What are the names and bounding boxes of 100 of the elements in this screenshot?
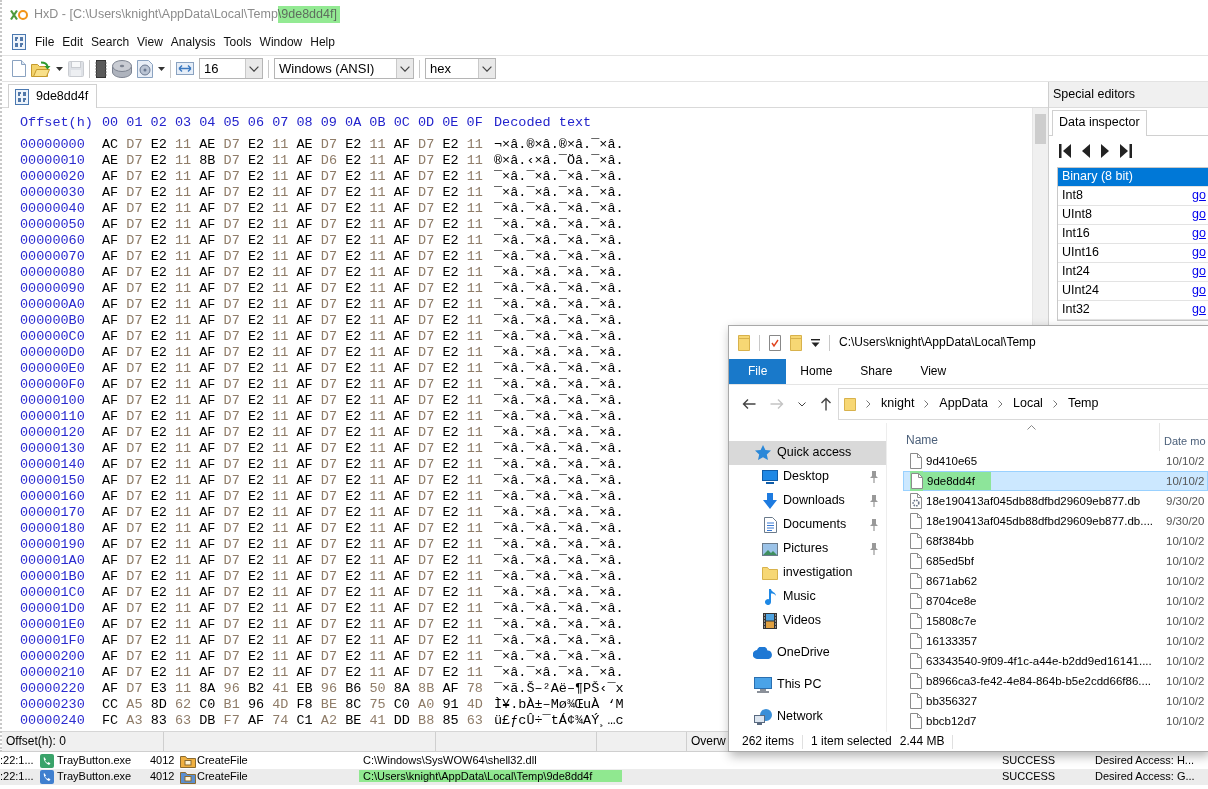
file-row[interactable]: 9de8dd4f 10/10/2 <box>903 471 1208 491</box>
file-row[interactable]: 16133357 10/10/2 <box>903 631 1208 651</box>
nav-item[interactable]: Quick access <box>729 441 886 465</box>
row-offset: 00000040 <box>20 201 86 217</box>
nav-item[interactable]: This PC <box>729 673 886 697</box>
event-row[interactable]: :22:1... TrayButton.exe 4012 CreateFile C:\Users\knight\AppData\Local\Temp\9de8dd4f SUCCESS Desired Access: G... <box>0 769 1208 785</box>
file-row[interactable]: 8671ab62 10/10/2 <box>903 571 1208 591</box>
up-arrow-icon[interactable] <box>820 397 832 411</box>
file-row[interactable]: 18e190413af045db88dfbd29609eb877.db.... 9/30/20 <box>903 511 1208 531</box>
row-offset: 00000220 <box>20 681 86 697</box>
inspector-row[interactable]: Binary (8 bit) <box>1058 167 1208 187</box>
file-row[interactable]: b8966ca3-fe42-4e84-864b-b5e2cdd66f86.... 10/10/2 <box>903 671 1208 691</box>
window-title: HxD - [C:\Users\knight\AppData\Local\Temp <box>34 5 278 23</box>
file-menu-tab[interactable]: File <box>729 359 787 384</box>
nav-item[interactable]: Network <box>729 705 886 729</box>
inspector-row[interactable]: UInt8 go <box>1058 205 1208 225</box>
column-header[interactable]: Name <box>903 430 1159 448</box>
hex-bytes: AF D7 E2 11 AF D7 E2 11 AF D7 E2 11 AF D7 E2 11 <box>102 441 484 457</box>
bytes-per-row-select[interactable]: 16 <box>199 58 263 79</box>
nav-item[interactable]: OneDrive <box>729 641 886 665</box>
folder-icon <box>762 566 778 580</box>
file-row[interactable]: 68f384bb 10/10/2 <box>903 531 1208 551</box>
checklist-icon[interactable] <box>769 334 781 351</box>
address-bar[interactable]: knight AppData Local Temp <box>838 388 1208 420</box>
file-icon <box>910 553 922 569</box>
inspector-row[interactable]: Int16 go <box>1058 224 1208 244</box>
phone-app-icon <box>40 754 54 768</box>
skip-back-icon[interactable] <box>1059 143 1071 158</box>
menu-item[interactable]: File <box>31 32 59 52</box>
go-link[interactable]: go <box>1192 301 1206 318</box>
file-row[interactable]: 63343540-9f09-4f1c-a44e-b2dd9ed16141.... 10/10/2 <box>903 651 1208 671</box>
go-link[interactable]: go <box>1192 225 1206 242</box>
document-menu-icon[interactable] <box>12 34 26 50</box>
skip-forward-icon[interactable] <box>1120 143 1132 158</box>
nav-item[interactable]: Pictures <box>729 537 886 561</box>
step-forward-icon[interactable] <box>1101 143 1109 158</box>
nav-item[interactable]: investigation <box>729 561 886 585</box>
breadcrumb[interactable]: knight <box>881 396 915 412</box>
go-link[interactable]: go <box>1192 244 1206 261</box>
file-row[interactable]: 9d410e65 10/10/2 <box>903 451 1208 471</box>
file-row[interactable]: bbcb12d7 10/10/2 <box>903 711 1208 731</box>
open-ram-button[interactable] <box>95 59 107 78</box>
chevron-down-icon[interactable] <box>798 401 806 407</box>
menu-item[interactable]: Help <box>306 32 339 52</box>
decoded-text: ¯×â.¯×â.¯×â.¯×â. <box>494 297 624 313</box>
nav-item[interactable]: Downloads <box>729 489 886 513</box>
inspector-tab[interactable]: Data inspector <box>1052 110 1147 136</box>
file-date: 10/10/2 <box>1165 553 1205 569</box>
go-link[interactable]: go <box>1192 187 1206 204</box>
breadcrumb[interactable]: Temp <box>1067 396 1099 412</box>
file-icon <box>910 533 922 549</box>
file-icon <box>910 613 922 629</box>
new-file-button[interactable] <box>12 60 26 77</box>
nav-item[interactable]: Desktop <box>729 465 886 489</box>
event-row[interactable]: :22:1... TrayButton.exe 4012 CreateFile C:\Windows\SysWOW64\shell32.dll SUCCESS Desired Access: H... <box>0 753 1208 769</box>
inspector-row[interactable]: Int8 go <box>1058 186 1208 206</box>
menu-item[interactable]: Search <box>87 32 134 52</box>
menu-item[interactable]: Edit <box>58 32 88 52</box>
ribbon-tab[interactable]: Home <box>786 359 847 384</box>
inspector-row[interactable]: Int32 go <box>1058 300 1208 320</box>
disc-page-icon <box>137 59 153 78</box>
offset-base-select[interactable]: hex <box>425 58 496 79</box>
type-label: Int16 <box>1061 225 1091 242</box>
back-arrow-icon[interactable] <box>742 398 756 410</box>
inspector-row[interactable]: UInt24 go <box>1058 281 1208 301</box>
menu-item[interactable]: Tools <box>219 32 256 52</box>
open-disk-button[interactable] <box>112 59 132 78</box>
open-image-button[interactable] <box>137 59 165 78</box>
hex-bytes: AF D7 E2 11 AF D7 E2 11 AF D7 E2 11 AF D7 E2 11 <box>102 217 484 233</box>
ribbon-tab[interactable]: Share <box>846 359 907 384</box>
menu-caret-icon[interactable] <box>811 338 820 347</box>
go-link[interactable]: go <box>1192 206 1206 223</box>
file-row[interactable]: 685ed5bf 10/10/2 <box>903 551 1208 571</box>
breadcrumb[interactable]: AppData <box>939 396 988 412</box>
nav-item[interactable]: Music <box>729 585 886 609</box>
breadcrumb[interactable]: Local <box>1013 396 1043 412</box>
row-offset: 000001B0 <box>20 569 86 585</box>
file-row[interactable]: 15808c7e 10/10/2 <box>903 611 1208 631</box>
file-row[interactable]: 18e190413af045db88dfbd29609eb877.db 9/30/20 <box>903 491 1208 511</box>
open-file-button[interactable] <box>31 60 63 77</box>
nav-item[interactable]: Documents <box>729 513 886 537</box>
ribbon-tab[interactable]: View <box>906 359 961 384</box>
go-link[interactable]: go <box>1192 282 1206 299</box>
inspector-row[interactable]: UInt16 go <box>1058 243 1208 263</box>
type-label: Binary (8 bit) <box>1061 168 1134 185</box>
column-header[interactable]: Date mo <box>1160 423 1206 451</box>
inspector-row[interactable]: Int24 go <box>1058 262 1208 282</box>
step-back-icon[interactable] <box>1082 143 1090 158</box>
window-title: C:\Users\knight\AppData\Local\Temp <box>839 335 1036 350</box>
menu-item[interactable]: View <box>133 32 167 52</box>
file-row[interactable]: 8704ce8e 10/10/2 <box>903 591 1208 611</box>
nav-item[interactable]: Videos <box>729 609 886 633</box>
hex-bytes: AF D7 E2 11 AF D7 E2 11 AF D7 E2 11 AF D7 E2 11 <box>102 537 484 553</box>
decoded-text: ¯×â.¯×â.¯×â.¯×â. <box>494 393 624 409</box>
menu-item[interactable]: Analysis <box>166 32 220 52</box>
menu-item[interactable]: Window <box>255 32 307 52</box>
file-row[interactable]: bb356327 10/10/2 <box>903 691 1208 711</box>
go-link[interactable]: go <box>1192 263 1206 280</box>
charset-select[interactable]: Windows (ANSI) <box>274 58 414 79</box>
document-tab[interactable]: 9de8dd4f <box>8 84 98 108</box>
